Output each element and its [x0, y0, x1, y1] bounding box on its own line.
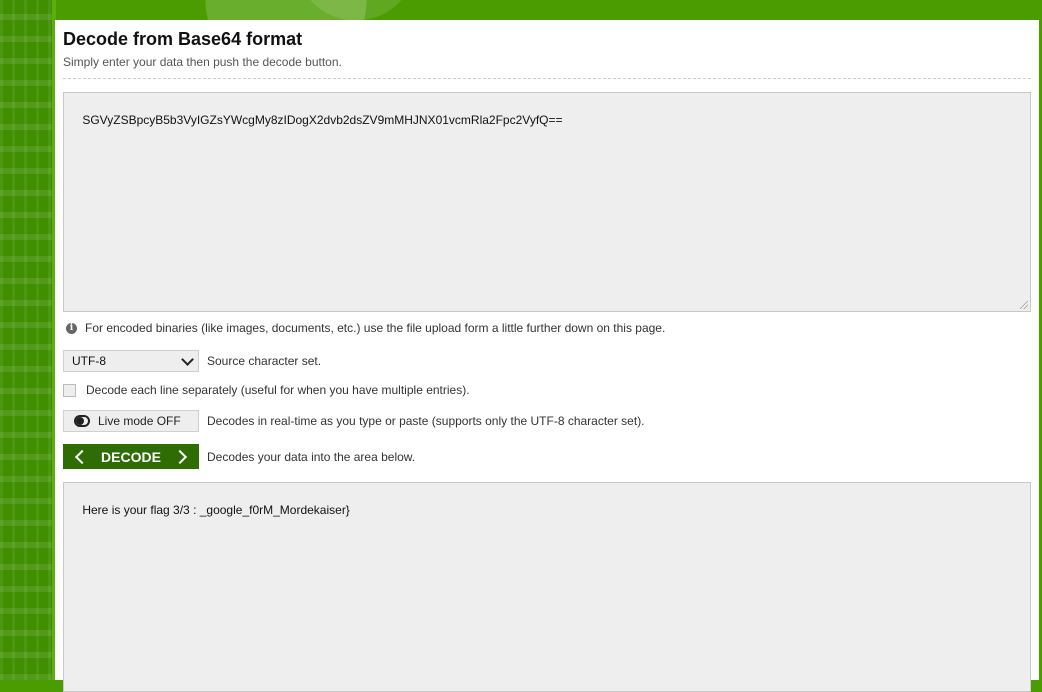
decode-button-label: DECODE	[101, 448, 161, 465]
output-text: Here is your flag 3/3 : _google_f0rM_Mor…	[82, 503, 350, 517]
decode-each-line-checkbox[interactable]	[63, 383, 76, 397]
output-textarea[interactable]: Here is your flag 3/3 : _google_f0rM_Mor…	[63, 482, 1031, 692]
info-icon: i	[66, 322, 77, 334]
input-text: SGVyZSBpcyB5b3VyIGZsYWcgMy8zIDogX2dvb2ds…	[82, 113, 563, 127]
input-textarea[interactable]: SGVyZSBpcyB5b3VyIGZsYWcgMy8zIDogX2dvb2ds…	[63, 92, 1031, 312]
info-note: i For encoded binaries (like images, doc…	[63, 321, 665, 335]
page-title: Decode from Base64 format	[63, 29, 303, 49]
live-mode-label: Live mode OFF	[98, 414, 181, 428]
decode-panel: Decode from Base64 format Simply enter y…	[55, 20, 1039, 692]
decorative-top-banner	[56, 0, 1042, 20]
charset-label: Source character set.	[207, 354, 322, 368]
chevron-left-icon	[74, 449, 90, 464]
chevron-down-icon	[181, 352, 194, 366]
info-text: For encoded binaries (like images, docum…	[85, 321, 666, 335]
toggle-off-icon	[74, 415, 90, 427]
decode-each-line-label[interactable]: Decode each line separately (useful for …	[86, 383, 470, 397]
charset-row: UTF-8 Source character set.	[63, 350, 321, 372]
decorative-side-strip	[0, 0, 56, 680]
live-mode-row: Live mode OFF Decodes in real-time as yo…	[63, 410, 645, 432]
divider	[63, 78, 1031, 79]
decode-description: Decodes your data into the area below.	[207, 449, 416, 464]
live-mode-description: Decodes in real-time as you type or past…	[207, 414, 645, 428]
decode-row: DECODE Decodes your data into the area b…	[63, 444, 415, 469]
resize-handle-icon[interactable]	[1020, 301, 1028, 309]
decode-button[interactable]: DECODE	[63, 444, 199, 469]
page-subtitle: Simply enter your data then push the dec…	[63, 55, 342, 69]
decode-each-line-row: Decode each line separately (useful for …	[63, 382, 470, 398]
chevron-right-icon	[172, 449, 188, 464]
charset-select[interactable]: UTF-8	[63, 350, 199, 372]
live-mode-button[interactable]: Live mode OFF	[63, 410, 199, 432]
charset-selected-value: UTF-8	[72, 354, 106, 368]
